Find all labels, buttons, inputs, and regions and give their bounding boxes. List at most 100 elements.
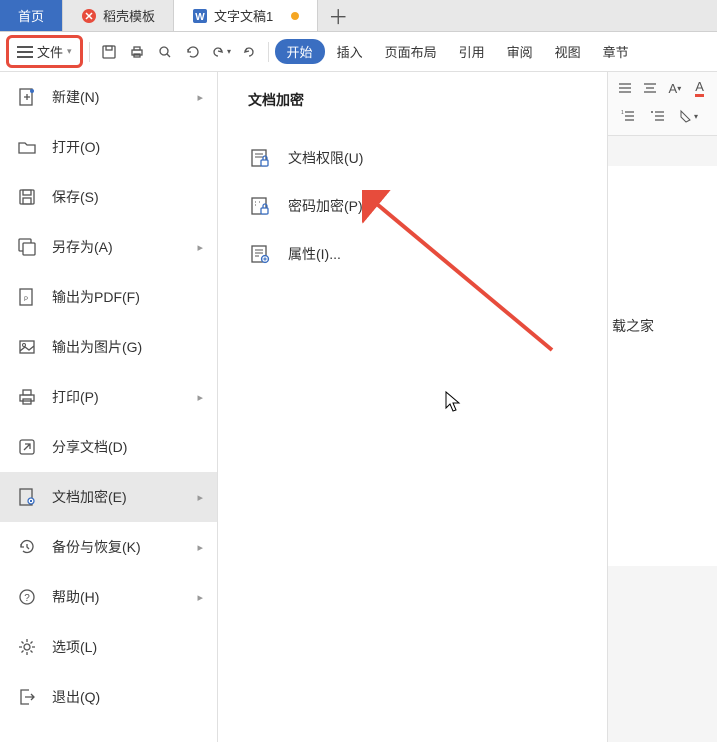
- ribbon-tab-reference[interactable]: 引用: [449, 42, 495, 61]
- tab-templates-label: 稻壳模板: [103, 6, 155, 25]
- save-quick-icon[interactable]: [96, 39, 122, 65]
- toolbar: 文件 ▾ ▾ 开始 插入 页面布局 引用 审阅 视图 章节: [0, 32, 717, 72]
- font-color-icon[interactable]: A: [690, 76, 709, 100]
- encrypt-icon: [16, 486, 38, 508]
- font-style-icon[interactable]: A▾: [666, 76, 685, 100]
- menu-label: 帮助(H): [52, 587, 99, 607]
- menu-label: 输出为图片(G): [52, 337, 142, 357]
- menu-label: 打印(P): [52, 387, 99, 407]
- menu-label: 另存为(A): [52, 237, 113, 257]
- image-icon: [16, 336, 38, 358]
- svg-text:P: P: [24, 297, 28, 303]
- exit-icon: [16, 686, 38, 708]
- chevron-right-icon: ▸: [197, 591, 203, 604]
- file-menu-panel: 新建(N) ▸ 打开(O) 保存(S) 另存为(A) ▸ P 输出为PDF(F)…: [0, 72, 218, 742]
- chevron-right-icon: ▸: [197, 241, 203, 254]
- submenu-label: 密码加密(P): [288, 196, 363, 216]
- ribbon-tab-layout[interactable]: 页面布局: [375, 42, 447, 61]
- submenu-item-password[interactable]: 密码加密(P): [248, 182, 607, 230]
- submenu-title: 文档加密: [248, 90, 607, 110]
- menu-item-pdf[interactable]: P 输出为PDF(F): [0, 272, 217, 322]
- menu-label: 打开(O): [52, 137, 100, 157]
- open-icon: [16, 136, 38, 158]
- options-icon: [16, 636, 38, 658]
- file-label: 文件: [37, 42, 63, 61]
- password-icon: [248, 194, 272, 218]
- print-icon: [16, 386, 38, 408]
- menu-item-image[interactable]: 输出为图片(G): [0, 322, 217, 372]
- menu-label: 备份与恢复(K): [52, 537, 141, 557]
- ribbon-tab-insert[interactable]: 插入: [327, 42, 373, 61]
- ribbon-tab-chapter[interactable]: 章节: [593, 42, 639, 61]
- chevron-right-icon: ▸: [197, 91, 203, 104]
- saveas-icon: [16, 236, 38, 258]
- menu-label: 退出(Q): [52, 687, 100, 707]
- repeat-quick-icon[interactable]: [180, 39, 206, 65]
- menu-label: 文档加密(E): [52, 487, 127, 507]
- align-distribute-icon[interactable]: [641, 76, 660, 100]
- list-number-icon[interactable]: 1: [616, 104, 640, 128]
- submenu-label: 属性(I)...: [288, 244, 341, 264]
- preview-quick-icon[interactable]: [152, 39, 178, 65]
- help-icon: ?: [16, 586, 38, 608]
- backup-icon: [16, 536, 38, 558]
- menu-label: 输出为PDF(F): [52, 287, 140, 307]
- tab-doc-label: 文字文稿1: [214, 6, 273, 25]
- tab-document[interactable]: W 文字文稿1: [174, 0, 318, 31]
- document-page[interactable]: 载之家: [608, 166, 717, 566]
- submenu-label: 文档权限(U): [288, 148, 363, 168]
- chevron-right-icon: ▸: [197, 391, 203, 404]
- tab-bar: 首页 稻壳模板 W 文字文稿1 ＋: [0, 0, 717, 32]
- tab-home[interactable]: 首页: [0, 0, 63, 31]
- permissions-icon: [248, 146, 272, 170]
- share-icon: [16, 436, 38, 458]
- menu-label: 选项(L): [52, 637, 97, 657]
- chevron-down-icon: ▾: [67, 46, 72, 57]
- menu-label: 分享文档(D): [52, 437, 127, 457]
- save-icon: [16, 186, 38, 208]
- menu-item-help[interactable]: ? 帮助(H) ▸: [0, 572, 217, 622]
- chevron-right-icon: ▸: [197, 541, 203, 554]
- ribbon-tab-start[interactable]: 开始: [275, 39, 325, 64]
- ribbon-tab-review[interactable]: 审阅: [497, 42, 543, 61]
- file-menu-button[interactable]: 文件 ▾: [6, 35, 83, 68]
- new-icon: [16, 86, 38, 108]
- ribbon-tab-view[interactable]: 视图: [545, 42, 591, 61]
- list-bullet-icon[interactable]: [646, 104, 670, 128]
- menu-item-backup[interactable]: 备份与恢复(K) ▸: [0, 522, 217, 572]
- pdf-icon: P: [16, 286, 38, 308]
- menu-item-save[interactable]: 保存(S): [0, 172, 217, 222]
- undo-icon[interactable]: ▾: [208, 39, 234, 65]
- menu-item-saveas[interactable]: 另存为(A) ▸: [0, 222, 217, 272]
- menu-item-print[interactable]: 打印(P) ▸: [0, 372, 217, 422]
- fill-color-icon[interactable]: ▾: [676, 104, 700, 128]
- svg-text:1: 1: [621, 110, 624, 116]
- menu-item-exit[interactable]: 退出(Q): [0, 672, 217, 722]
- format-toolbar: A▾ A 1 ▾: [608, 72, 717, 136]
- redo-icon[interactable]: [236, 39, 262, 65]
- menu-item-options[interactable]: 选项(L): [0, 622, 217, 672]
- separator: [89, 42, 90, 62]
- print-quick-icon[interactable]: [124, 39, 150, 65]
- add-tab-button[interactable]: ＋: [318, 0, 358, 31]
- document-area: A▾ A 1 ▾ 载之家: [608, 72, 717, 742]
- tab-templates[interactable]: 稻壳模板: [63, 0, 174, 31]
- word-doc-icon: W: [192, 8, 208, 24]
- submenu-item-permissions[interactable]: 文档权限(U): [248, 134, 607, 182]
- submenu-item-properties[interactable]: 属性(I)...: [248, 230, 607, 278]
- properties-icon: [248, 242, 272, 266]
- encrypt-submenu-panel: 文档加密 文档权限(U) 密码加密(P) 属性(I)...: [218, 72, 608, 742]
- content-area: 新建(N) ▸ 打开(O) 保存(S) 另存为(A) ▸ P 输出为PDF(F)…: [0, 72, 717, 742]
- menu-item-share[interactable]: 分享文档(D): [0, 422, 217, 472]
- svg-text:W: W: [195, 12, 205, 23]
- hamburger-icon: [17, 46, 33, 58]
- menu-item-open[interactable]: 打开(O): [0, 122, 217, 172]
- menu-item-encrypt[interactable]: 文档加密(E) ▸: [0, 472, 217, 522]
- menu-item-new[interactable]: 新建(N) ▸: [0, 72, 217, 122]
- menu-label: 新建(N): [52, 87, 99, 107]
- align-justify-icon[interactable]: [616, 76, 635, 100]
- svg-text:?: ?: [24, 593, 30, 604]
- tab-home-label: 首页: [18, 6, 44, 25]
- unsaved-dot-icon: [291, 12, 299, 20]
- chevron-right-icon: ▸: [197, 491, 203, 504]
